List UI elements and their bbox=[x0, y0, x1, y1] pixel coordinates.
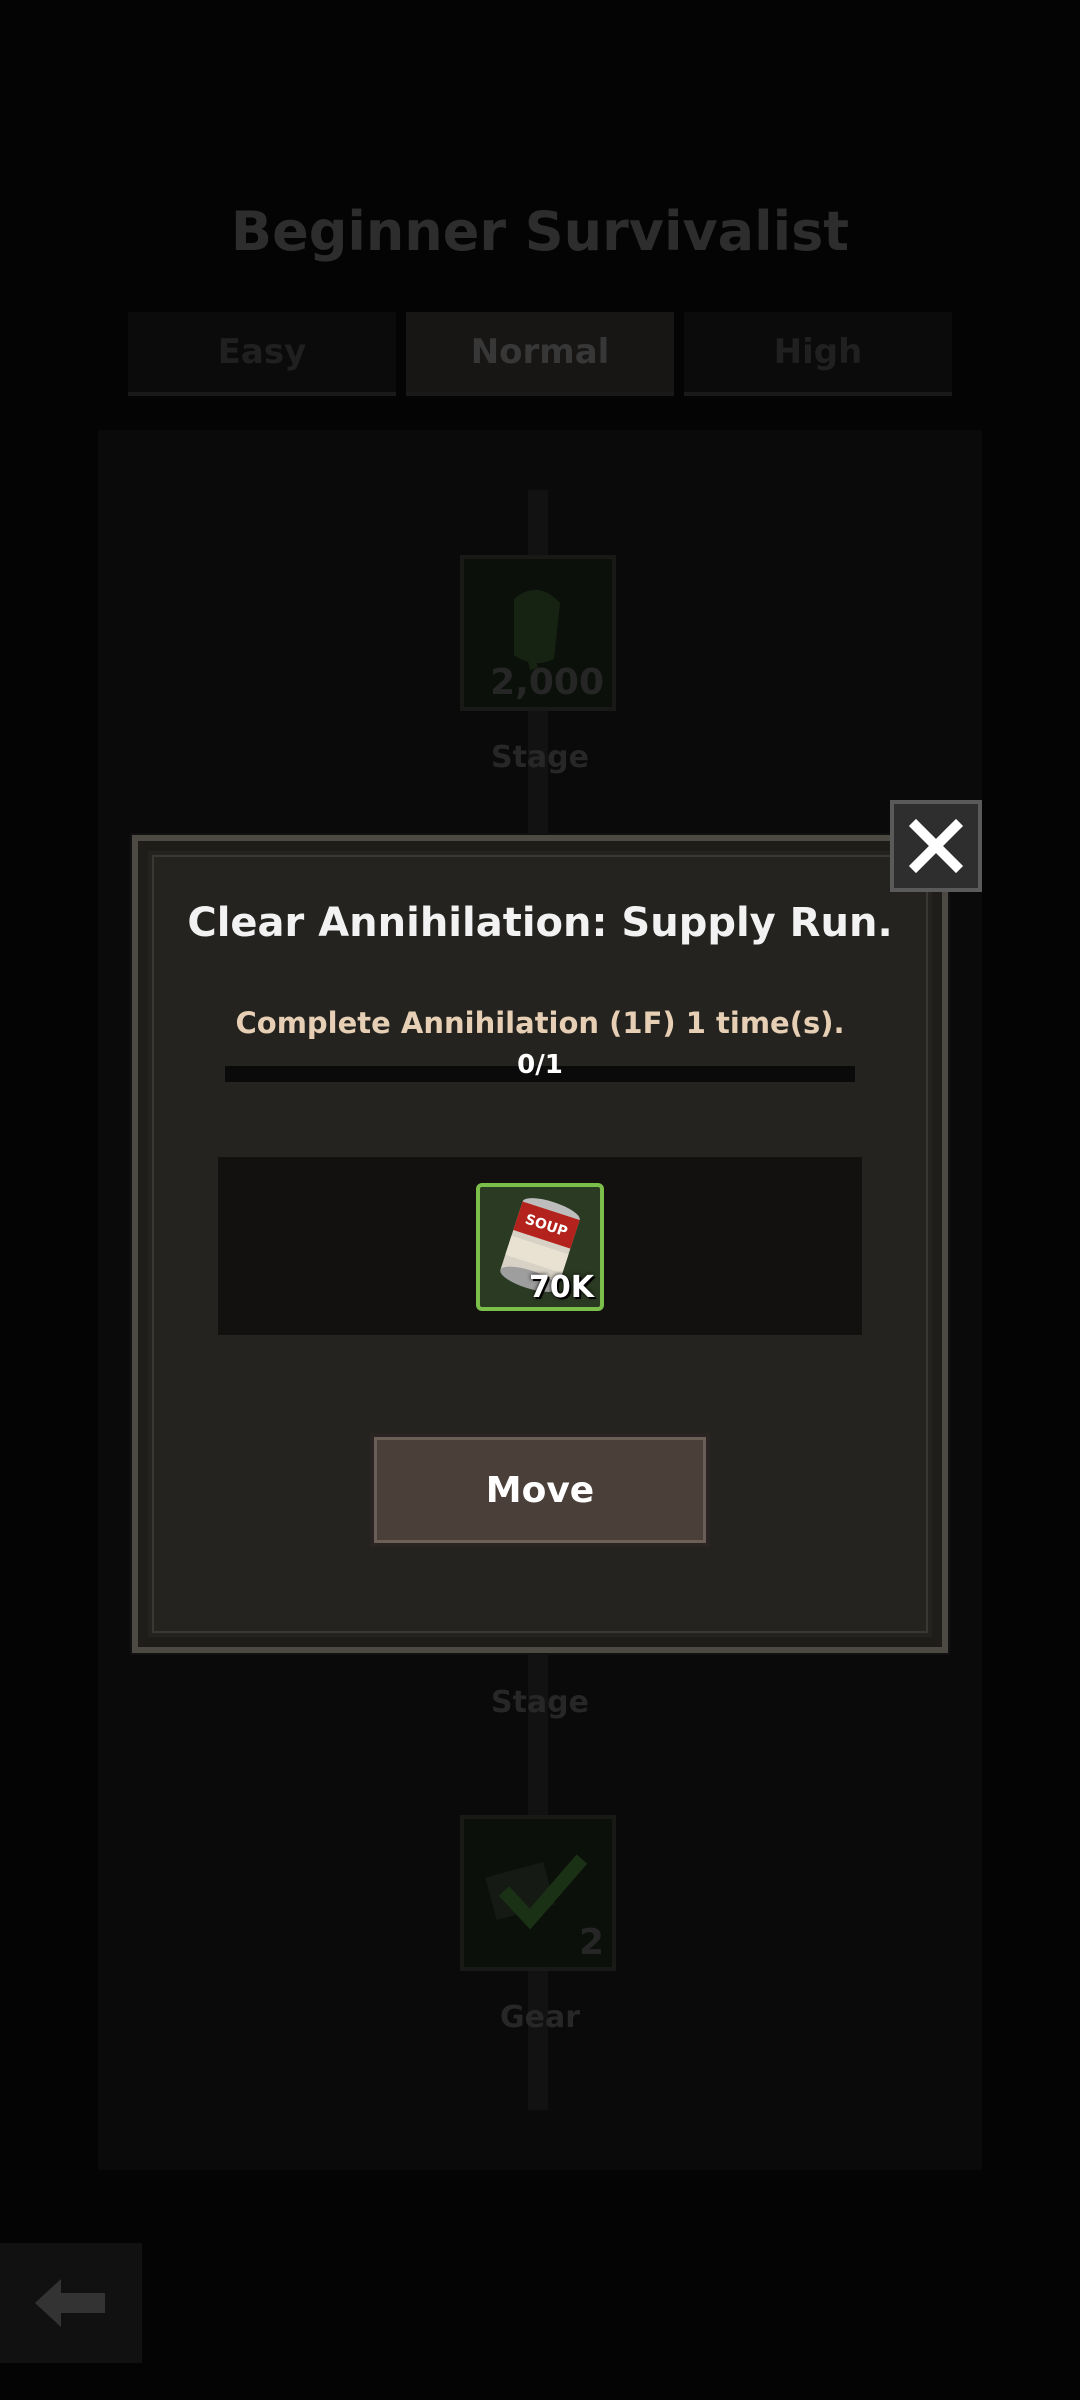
reward-quantity: 70K bbox=[529, 1270, 594, 1305]
mission-description: Complete Annihilation (1F) 1 time(s). bbox=[235, 1006, 845, 1040]
close-icon bbox=[908, 818, 964, 874]
screen: Beginner Survivalist Easy Normal High 2,… bbox=[0, 0, 1080, 2400]
reward-item[interactable]: SOUP 70K bbox=[476, 1183, 604, 1311]
mission-title: Clear Annihilation: Supply Run. bbox=[187, 900, 893, 946]
move-button[interactable]: Move bbox=[370, 1433, 710, 1547]
close-button[interactable] bbox=[890, 800, 982, 892]
progress-text: 0/1 bbox=[517, 1050, 563, 1080]
